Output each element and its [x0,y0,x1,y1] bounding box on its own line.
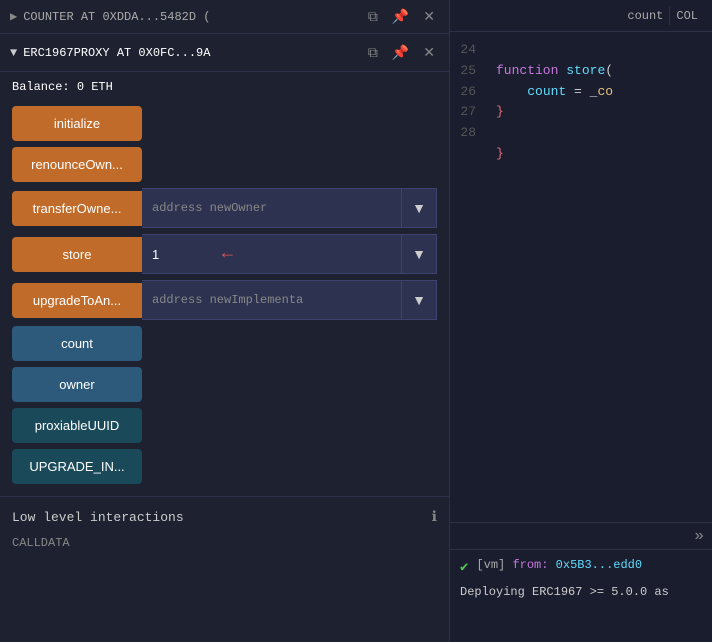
upgrade-in-row: UPGRADE_IN... [12,449,437,484]
vm-label: [vm] [476,558,505,572]
proxy-pin-button[interactable]: 📌 [388,42,413,63]
balance-value: 0 ETH [77,80,113,94]
renounce-button[interactable]: renounceOwn... [12,147,142,182]
transfer-row: transferOwne... address newOwner ▼ [12,188,437,228]
balance-label: Balance: [12,80,70,94]
log-text-1: [vm] from: 0x5B3...edd0 [476,556,642,575]
buttons-section: initialize renounceOwn... transferOwne..… [0,102,449,488]
upgrade-address-placeholder: address newImplementa [152,293,303,307]
info-icon[interactable]: ℹ [432,509,437,526]
proxy-contract-label: ERC1967PROXY AT 0X0FC...9A [23,46,358,60]
low-level-title: Low level interactions [12,510,184,525]
line-numbers: 24 25 26 27 28 [450,32,486,522]
transfer-button[interactable]: transferOwne... [12,191,142,226]
from-value: 0x5B3...edd0 [556,558,642,572]
upgrade-row: upgradeToAn... address newImplementa ▼ [12,280,437,320]
upgrade-dropdown-button[interactable]: ▼ [402,280,437,320]
transfer-address-placeholder: address newOwner [152,201,267,215]
proxiable-button[interactable]: proxiableUUID [12,408,142,443]
from-label: from: [512,558,548,572]
line-num-28: 28 [456,123,476,144]
editor-topbar: count COL [450,0,712,32]
counter-close-button[interactable]: ✕ [419,6,439,27]
log-row-1: ✔ [vm] from: 0x5B3...edd0 [460,556,702,579]
owner-row: owner [12,367,437,402]
console-log: ✔ [vm] from: 0x5B3...edd0 Deploying ERC1… [450,550,712,642]
proxiable-row: proxiableUUID [12,408,437,443]
proxy-close-button[interactable]: ✕ [419,42,439,63]
count-button[interactable]: count [12,326,142,361]
store-dropdown-button[interactable]: ▼ [402,234,437,274]
upgrade-in-button[interactable]: UPGRADE_IN... [12,449,142,484]
store-input-area: ← [142,234,402,274]
store-arrow-icon: ← [222,244,233,264]
proxy-chevron-icon: ▼ [10,46,17,60]
console-area: » ✔ [vm] from: 0x5B3...edd0 Deploying ER… [450,522,712,642]
upgrade-address-input[interactable]: address newImplementa [142,280,402,320]
counter-pin-button[interactable]: 📌 [388,6,413,27]
initialize-button[interactable]: initialize [12,106,142,141]
line-num-27: 27 [456,102,476,123]
transfer-dropdown-button[interactable]: ▼ [402,188,437,228]
counter-chevron-icon: ▶ [10,9,17,24]
count-topbar-item: count [621,7,670,25]
low-level-header: Low level interactions ℹ [0,496,449,532]
line-num-24: 24 [456,40,476,61]
counter-copy-button[interactable]: ⧉ [364,6,382,27]
calldata-label: CALLDATA [0,532,449,554]
deploy-text: Deploying ERC1967 >= 5.0.0 as [460,583,669,602]
console-controls: » [450,523,712,550]
console-chevrons-icon[interactable]: » [694,527,704,545]
proxy-contract-bar: ▼ ERC1967PROXY AT 0X0FC...9A ⧉ 📌 ✕ [0,34,449,72]
upgrade-button[interactable]: upgradeToAn... [12,283,142,318]
store-row: store ← ▼ [12,234,437,274]
success-icon: ✔ [460,557,468,579]
code-content[interactable]: function store( count = _co } } [486,32,712,522]
store-button[interactable]: store [12,237,142,272]
initialize-row: initialize [12,106,437,141]
line-num-25: 25 [456,61,476,82]
store-input[interactable] [152,247,212,262]
counter-contract-bar: ▶ COUNTER AT 0XDDA...5482D ( ⧉ 📌 ✕ [0,0,449,34]
right-panel: count COL 24 25 26 27 28 function store(… [450,0,712,642]
counter-contract-label: COUNTER AT 0XDDA...5482D ( [23,10,358,24]
balance-row: Balance: 0 ETH [0,72,449,102]
code-area: 24 25 26 27 28 function store( count = _… [450,32,712,522]
col-topbar-item: COL [670,7,704,25]
count-row: count [12,326,437,361]
owner-button[interactable]: owner [12,367,142,402]
proxy-copy-button[interactable]: ⧉ [364,42,382,63]
transfer-address-input[interactable]: address newOwner [142,188,402,228]
left-panel: ▶ COUNTER AT 0XDDA...5482D ( ⧉ 📌 ✕ ▼ ERC… [0,0,450,642]
renounce-row: renounceOwn... [12,147,437,182]
line-num-26: 26 [456,82,476,103]
log-row-2: Deploying ERC1967 >= 5.0.0 as [460,583,702,602]
